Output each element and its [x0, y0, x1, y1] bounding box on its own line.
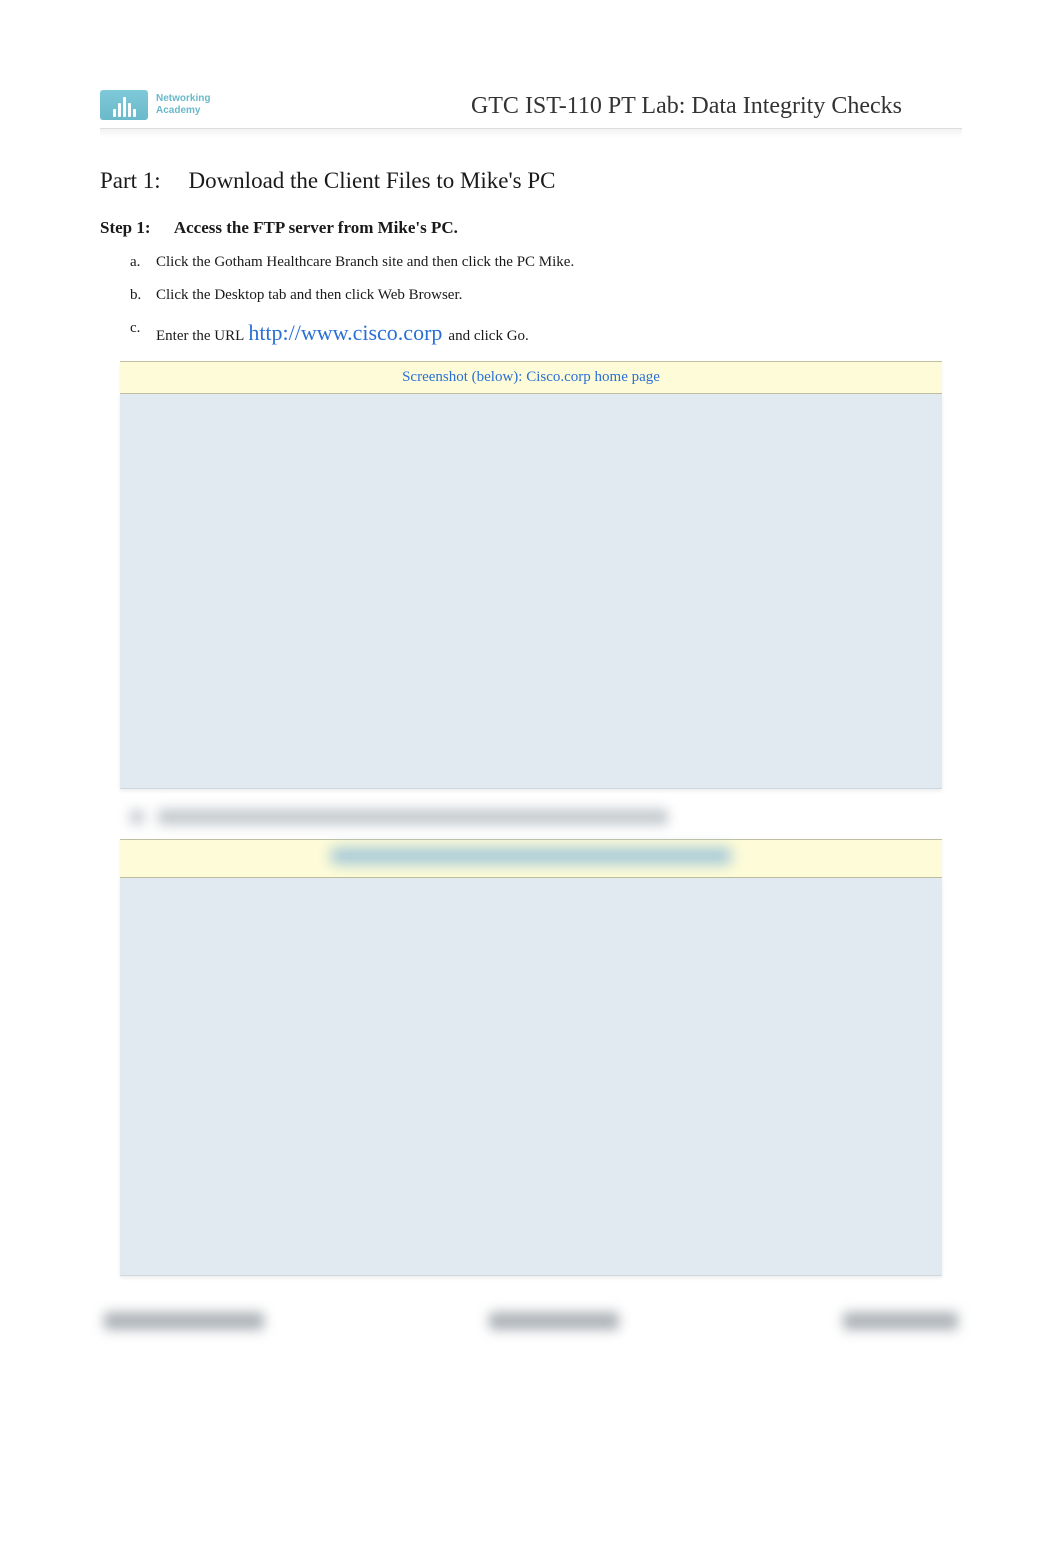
part-title: Download the Client Files to Mike's PC: [188, 168, 555, 193]
list-item: b. Click the Desktop tab and then click …: [130, 285, 962, 306]
step-number: Step 1:: [100, 218, 151, 238]
item-text: Click the Gotham Healthcare Branch site …: [156, 252, 962, 273]
item-text: Click the Desktop tab and then click Web…: [156, 285, 962, 306]
item-letter: a.: [130, 252, 156, 273]
item-letter: b.: [130, 285, 156, 306]
step-title: Access the FTP server from Mike's PC.: [174, 218, 458, 237]
list-item: a. Click the Gotham Healthcare Branch si…: [130, 252, 962, 273]
part-heading: Part 1: Download the Client Files to Mik…: [100, 168, 962, 194]
step-heading: Step 1: Access the FTP server from Mike'…: [100, 218, 962, 238]
instruction-list: a. Click the Gotham Healthcare Branch si…: [100, 252, 962, 349]
screenshot-placeholder: [120, 878, 942, 1276]
footer-left: [104, 1312, 264, 1330]
logo-text: Networking Academy: [156, 93, 210, 117]
item-text-before: Enter the URL: [156, 326, 244, 347]
blurred-instruction: [100, 809, 962, 825]
header-divider: [100, 128, 962, 138]
footer-right: [843, 1312, 958, 1330]
logo-line2: Academy: [156, 105, 210, 117]
screenshot-caption: Screenshot (below): Cisco.corp home page: [120, 361, 942, 394]
list-item: c. Enter the URL http://www.cisco.corp a…: [130, 318, 962, 349]
item-letter: c.: [130, 318, 156, 349]
screenshot-placeholder: [120, 394, 942, 789]
footer-center: [489, 1312, 619, 1330]
page-header: Networking Academy GTC IST-110 PT Lab: D…: [100, 60, 962, 120]
item-text-after: and click Go.: [448, 326, 528, 347]
logo-line1: Networking: [156, 93, 210, 105]
item-text: Enter the URL http://www.cisco.corp and …: [156, 318, 962, 349]
page-footer: [100, 1312, 962, 1330]
part-number: Part 1:: [100, 168, 161, 194]
url-link[interactable]: http://www.cisco.corp: [244, 318, 448, 349]
blurred-screenshot-caption: [120, 839, 942, 878]
cisco-logo-icon: [100, 90, 148, 120]
logo-block: Networking Academy: [100, 90, 210, 120]
page-title: GTC IST-110 PT Lab: Data Integrity Check…: [210, 93, 962, 120]
